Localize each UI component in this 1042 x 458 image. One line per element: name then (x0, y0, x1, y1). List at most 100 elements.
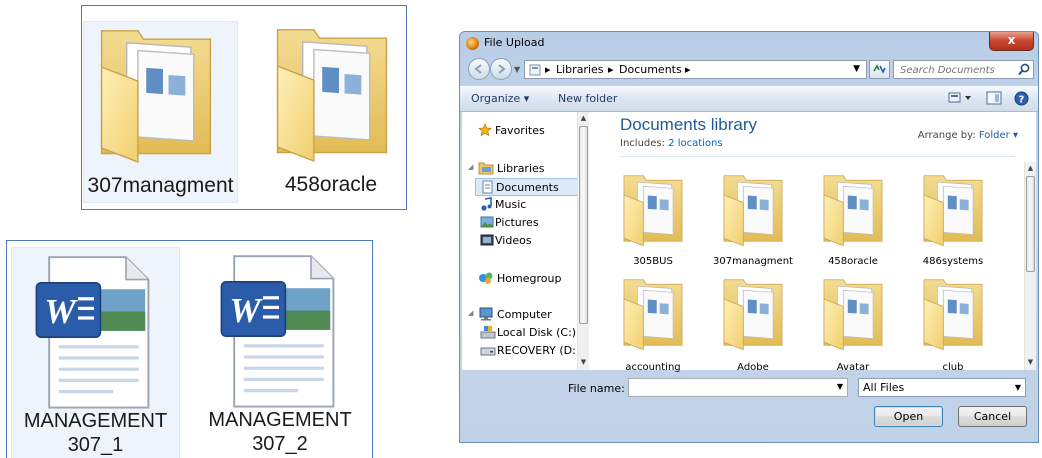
refresh-icon (873, 64, 886, 74)
refresh-button[interactable] (869, 60, 890, 79)
file-upload-dialog: File Upload x ▼ ▸ Libraries ▸ Documents … (459, 31, 1039, 443)
folder-icon (623, 175, 683, 247)
locations-link[interactable]: 2 locations (668, 138, 722, 149)
content-area: Favorites ◢ Libraries Documents Music Pi… (462, 112, 1036, 373)
arrange-dropdown[interactable]: Folder ▾ (979, 130, 1018, 141)
close-button[interactable]: x (989, 32, 1034, 51)
nav-item-recovery[interactable]: RECOVERY (D:) (475, 342, 585, 360)
nav-label: Videos (495, 234, 532, 247)
folder-icon (923, 175, 983, 247)
folder-label: 305BUS (633, 256, 673, 267)
search-icon (1018, 63, 1030, 76)
nav-item-pictures[interactable]: Pictures (475, 214, 585, 232)
title-bar[interactable]: File Upload x (460, 32, 1038, 54)
folder-label: 458oracle (284, 173, 378, 196)
folder-icon (823, 279, 883, 351)
file-name-input[interactable] (632, 380, 826, 397)
breadcrumb-separator: ▸ (685, 63, 691, 76)
nav-label: Local Disk (C:) (497, 326, 577, 339)
cancel-button[interactable]: Cancel (958, 406, 1027, 427)
new-folder-button[interactable]: New folder (558, 92, 617, 105)
nav-label: RECOVERY (D:) (497, 344, 581, 357)
nav-item-favorites[interactable]: Favorites (468, 122, 586, 140)
file-list-pane: Documents library Includes: 2 locations … (602, 112, 1036, 373)
address-bar[interactable]: ▸ Libraries ▸ Documents ▸ ▼ (524, 60, 867, 79)
file-name-field[interactable]: ▼ (628, 378, 848, 397)
folder-item[interactable]: 307managment (83, 21, 238, 203)
nav-item-music[interactable]: Music (475, 196, 585, 214)
document-item[interactable]: MANAGEMENT 307_2 (195, 247, 365, 458)
help-icon[interactable]: ? (1014, 91, 1029, 106)
nav-item-videos[interactable]: Videos (475, 232, 585, 250)
library-icon (529, 64, 541, 76)
drive-icon (480, 347, 496, 356)
library-title: Documents library (620, 115, 757, 134)
file-type-select[interactable]: All Files ▼ (858, 378, 1026, 397)
expand-arrow-icon[interactable]: ◢ (468, 309, 473, 317)
scroll-thumb[interactable] (1026, 176, 1035, 272)
document-item[interactable]: MANAGEMENT 307_1 (11, 247, 180, 458)
arrange-label: Arrange by: (917, 130, 976, 141)
folder-item[interactable]: 458oracle (258, 21, 404, 201)
organize-menu[interactable]: Organize ▾ (471, 92, 529, 105)
nav-item-documents[interactable]: Documents (475, 178, 585, 196)
file-name-dropdown-icon[interactable]: ▼ (837, 382, 843, 391)
navigation-pane: Favorites ◢ Libraries Documents Music Pi… (462, 112, 589, 370)
folder-icon (276, 29, 388, 162)
open-button[interactable]: Open (874, 406, 943, 427)
search-box[interactable] (893, 60, 1034, 79)
view-options-icon[interactable] (948, 91, 974, 105)
library-folder-icon (478, 162, 494, 175)
preview-pane-icon[interactable] (986, 91, 1002, 105)
folder-icon (723, 279, 783, 351)
word-document-icon (219, 254, 335, 409)
search-input[interactable] (898, 62, 1012, 79)
back-button[interactable] (468, 58, 490, 80)
documents-icon (482, 180, 493, 194)
scroll-up-icon[interactable]: ▲ (578, 114, 589, 122)
nav-item-libraries[interactable]: ◢ Libraries (468, 160, 586, 178)
breadcrumb-separator: ▸ (545, 63, 551, 76)
arrange-by: Arrange by: Folder ▾ (918, 130, 1018, 141)
recent-pages-dropdown[interactable]: ▼ (514, 65, 520, 74)
folder-icon (623, 279, 683, 351)
chevron-down-icon[interactable]: ▼ (1015, 383, 1021, 392)
zoom-panel-documents: MANAGEMENT 307_1 MANAGEMENT 307_2 (6, 240, 373, 458)
document-label-line1: MANAGEMENT (23, 410, 168, 432)
breadcrumb-documents[interactable]: Documents (619, 63, 682, 76)
dialog-title: File Upload (484, 36, 545, 49)
file-list-scrollbar[interactable]: ▲ ▼ (1024, 162, 1036, 370)
breadcrumb-libraries[interactable]: Libraries (556, 63, 604, 76)
scroll-up-icon[interactable]: ▲ (1025, 164, 1036, 172)
forward-arrow-icon (498, 64, 506, 74)
folder-label: 486systems (922, 256, 984, 267)
document-label-line1: MANAGEMENT (208, 409, 352, 431)
nav-item-local-disk[interactable]: Local Disk (C:) (475, 324, 585, 342)
navigation-bar: ▼ ▸ Libraries ▸ Documents ▸ ▼ (460, 55, 1038, 83)
includes-label: Includes: (620, 138, 665, 149)
video-icon (480, 234, 494, 246)
address-dropdown-icon[interactable]: ▼ (853, 64, 860, 74)
nav-label: Documents (496, 181, 559, 194)
folder-icon (823, 175, 883, 247)
scroll-thumb[interactable] (579, 126, 588, 324)
nav-label: Pictures (495, 216, 539, 229)
zoom-panel-folders: 307managment 458oracle (81, 5, 407, 210)
dialog-footer: File name: ▼ All Files ▼ Open Cancel (460, 370, 1038, 442)
music-note-icon (481, 197, 492, 211)
scroll-down-icon[interactable]: ▼ (578, 358, 589, 366)
expand-arrow-icon[interactable]: ◢ (468, 163, 473, 171)
scroll-down-icon[interactable]: ▼ (1025, 358, 1036, 366)
navigation-scrollbar[interactable]: ▲ ▼ (577, 112, 589, 370)
hard-drive-icon (480, 326, 496, 339)
forward-button[interactable] (490, 58, 512, 80)
nav-label: Homegroup (497, 272, 562, 285)
folder-icon (723, 175, 783, 247)
nav-item-computer[interactable]: ◢ Computer (468, 306, 586, 324)
nav-label: Music (495, 198, 527, 211)
nav-label: Favorites (495, 124, 545, 137)
header-divider (620, 156, 1015, 157)
nav-item-homegroup[interactable]: Homegroup (468, 270, 586, 288)
library-includes: Includes: 2 locations (620, 138, 723, 149)
breadcrumb-separator: ▸ (608, 63, 614, 76)
